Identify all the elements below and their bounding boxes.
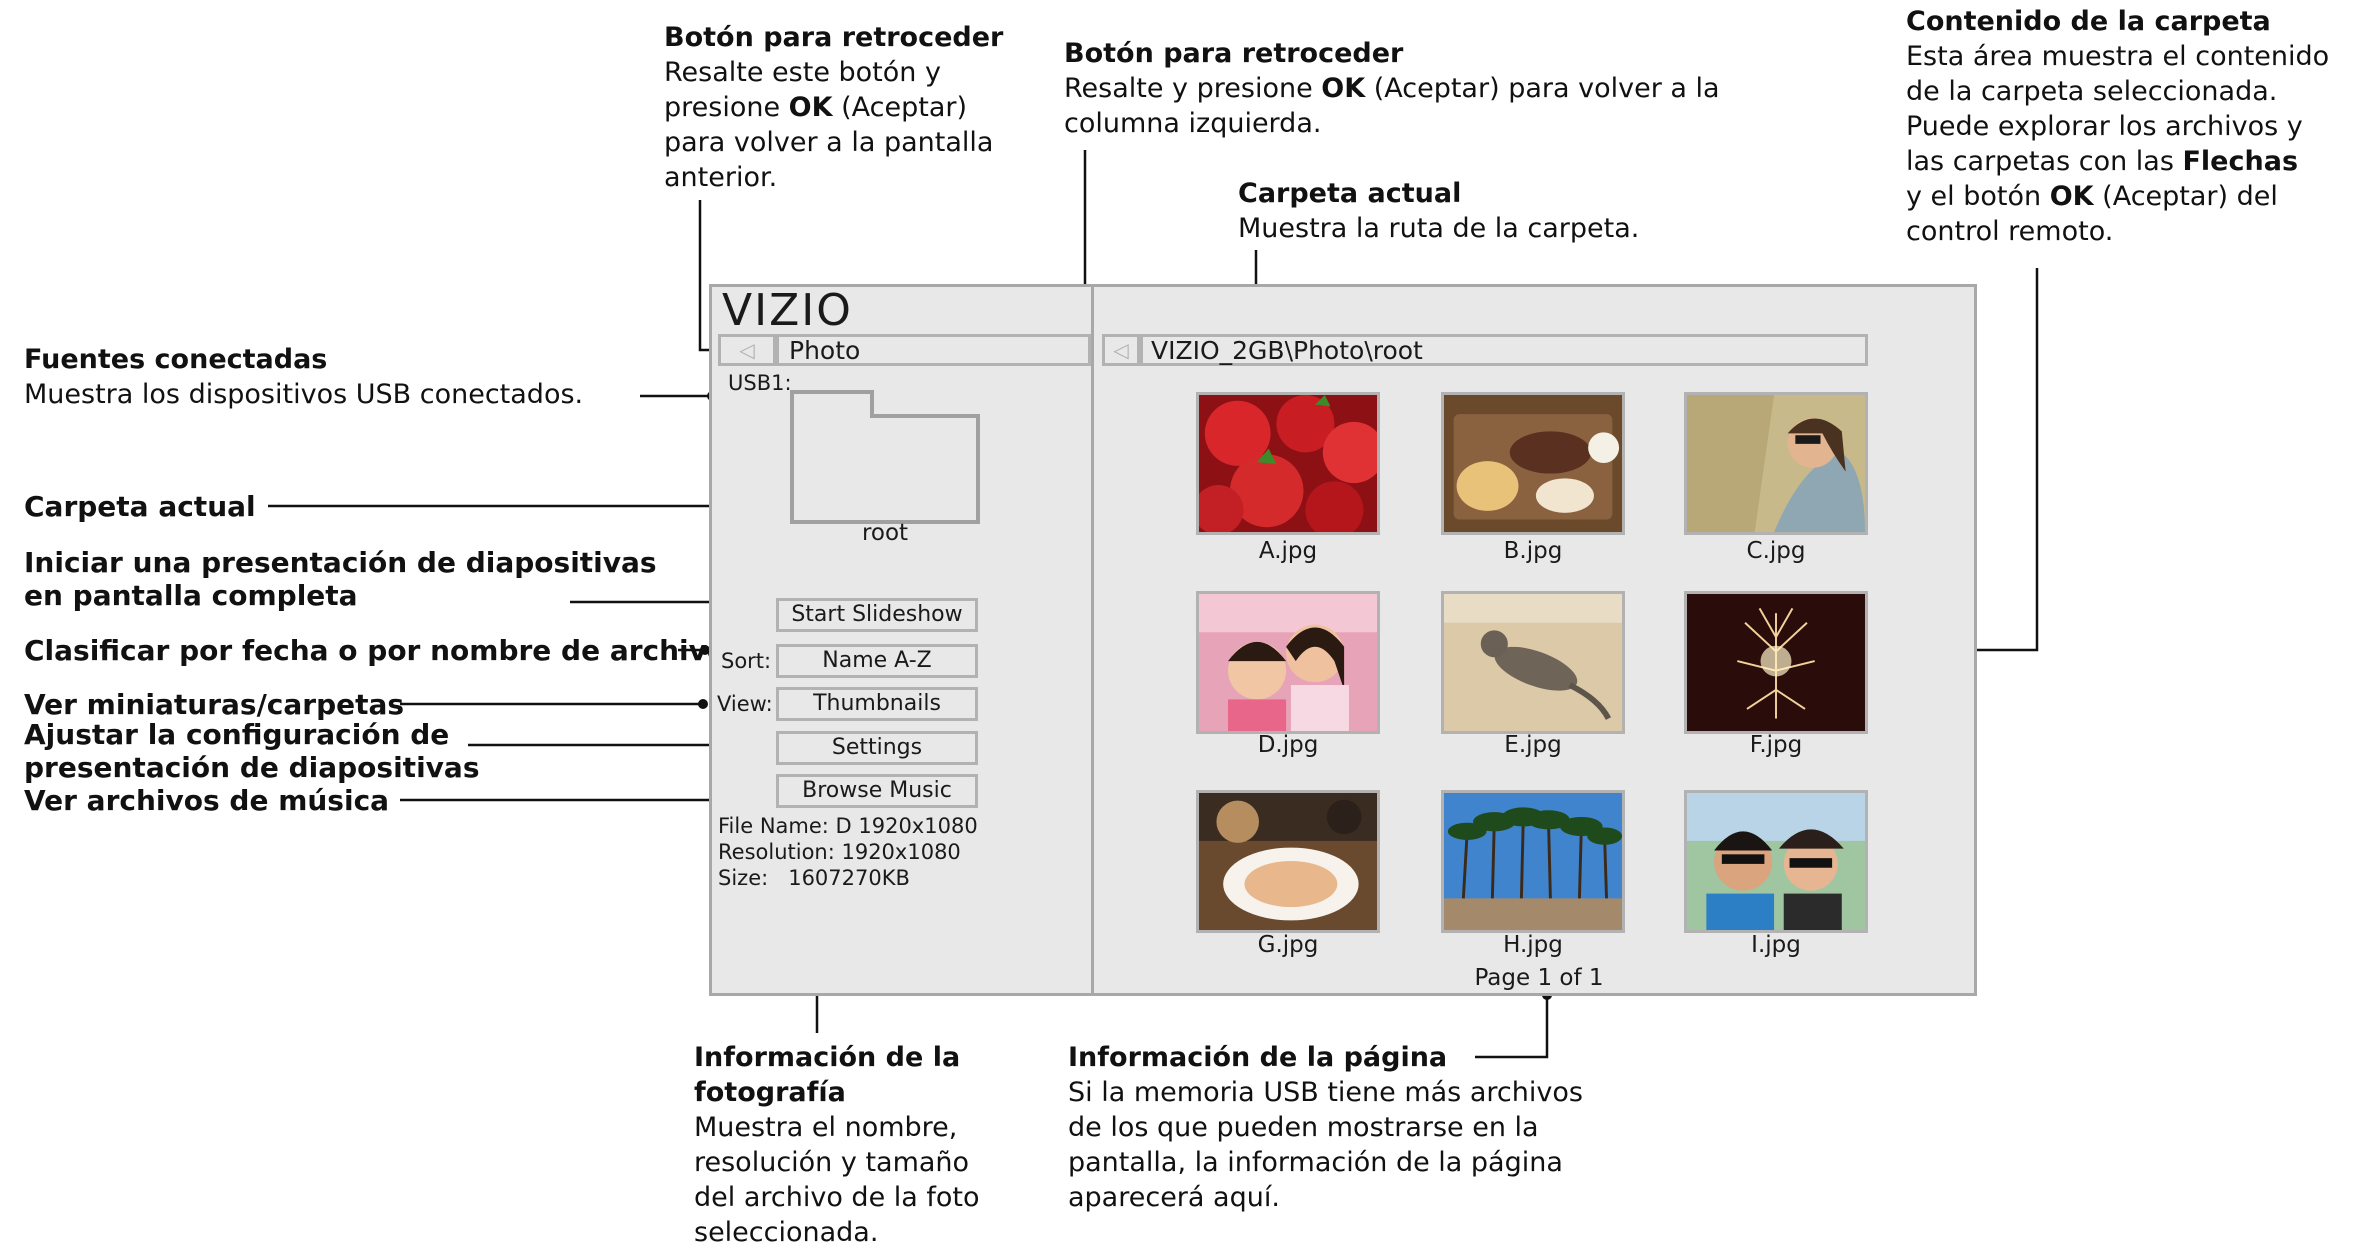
photo-image: [1687, 793, 1865, 930]
callout-dot: [698, 699, 708, 709]
annotation-text: seleccionada.: [694, 1217, 879, 1248]
view-label: View:: [717, 692, 773, 716]
folder-name: root: [861, 520, 909, 546]
thumbnail-caption: F.jpg: [1749, 732, 1803, 758]
photo-image: [1199, 594, 1377, 731]
annotation-text: anterior.: [664, 162, 778, 193]
back-arrow-icon: ◁: [739, 338, 755, 362]
annotation-text: aparecerá aquí.: [1068, 1182, 1280, 1213]
photo-image: [1444, 395, 1622, 532]
thumbnail-caption: G.jpg: [1257, 932, 1319, 958]
annotation-text: Muestra los dispositivos USB conectados.: [24, 379, 584, 410]
browse-music-button[interactable]: Browse Music: [776, 774, 978, 808]
thumbnail-c[interactable]: [1684, 392, 1868, 535]
annotation-connected-sources: Fuentes conectadas Muestra los dispositi…: [24, 342, 583, 412]
resolution-info: Resolution: 1920x1080: [718, 840, 961, 864]
thumbnail-caption: D.jpg: [1257, 732, 1319, 758]
annotation-text: Resalte y presione OK (Aceptar) para vol…: [1064, 73, 1720, 104]
annotation-text: presione OK (Aceptar): [664, 92, 968, 123]
sort-label: Sort:: [721, 649, 772, 673]
breadcrumb-left: Photo: [776, 334, 1091, 366]
thumbnail-g[interactable]: [1196, 790, 1380, 933]
start-slideshow-button[interactable]: Start Slideshow: [776, 598, 978, 632]
photo-image: [1444, 793, 1622, 930]
photo-image: [1444, 594, 1622, 731]
photo-image: [1199, 793, 1377, 930]
view-button[interactable]: Thumbnails: [776, 687, 978, 721]
annotation-text: Si la memoria USB tiene más archivos: [1068, 1077, 1583, 1108]
annotation-current-folder: Carpeta actual: [24, 490, 256, 523]
annotation-text: y el botón OK (Aceptar) del: [1906, 181, 2278, 212]
annotation-text: resolución y tamaño: [694, 1147, 970, 1178]
thumbnail-b[interactable]: [1441, 392, 1625, 535]
path-text: VIZIO_2GB\Photo\root: [1151, 336, 1423, 365]
path-bar: VIZIO_2GB\Photo\root: [1140, 334, 1868, 366]
annotation-photo-info: Información de la fotografía Muestra el …: [694, 1040, 980, 1250]
annotation-text: Puede explorar los archivos y: [1906, 111, 2303, 142]
thumbnail-caption: B.jpg: [1503, 538, 1563, 564]
annotation-text: columna izquierda.: [1064, 108, 1322, 139]
annotation-text: Esta área muestra el contenido: [1906, 41, 2330, 72]
annotation-folder-contents: Contenido de la carpeta Esta área muestr…: [1906, 4, 2329, 249]
annotation-text: las carpetas con las Flechas: [1906, 146, 2299, 177]
annotation-title: Botón para retroceder: [1064, 38, 1404, 69]
annotation-music: Ver archivos de música: [24, 784, 390, 817]
annotation-text: para volver a la pantalla: [664, 127, 994, 158]
annotation-title: Contenido de la carpeta: [1906, 6, 2271, 37]
annotation-text: presentación de diapositivas: [24, 751, 480, 784]
source-label: USB1:: [728, 371, 792, 395]
back-button-right[interactable]: ◁: [1102, 334, 1140, 366]
annotation-text: de los que pueden mostrarse en la: [1068, 1112, 1539, 1143]
photo-image: [1687, 594, 1865, 731]
thumbnail-e[interactable]: [1441, 591, 1625, 734]
thumbnail-caption: A.jpg: [1258, 538, 1318, 564]
thumbnail-caption: E.jpg: [1504, 732, 1562, 758]
annotation-view: Ver miniaturas/carpetas: [24, 688, 405, 721]
annotation-text: Iniciar una presentación de diapositivas: [24, 546, 657, 579]
annotation-text: control remoto.: [1906, 216, 2114, 247]
thumbnail-a[interactable]: [1196, 392, 1380, 535]
annotation-text: del archivo de la foto: [694, 1182, 980, 1213]
file-name-info: File Name: D 1920x1080: [718, 814, 978, 838]
annotation-settings: Ajustar la configuración de presentación…: [24, 718, 479, 784]
annotation-text: de la carpeta seleccionada.: [1906, 76, 2278, 107]
thumbnail-caption: H.jpg: [1503, 932, 1563, 958]
annotation-title: Carpeta actual: [1238, 178, 1462, 209]
annotation-slideshow: Iniciar una presentación de diapositivas…: [24, 546, 657, 612]
thumbnail-f[interactable]: [1684, 591, 1868, 734]
thumbnail-i[interactable]: [1684, 790, 1868, 933]
annotation-back-left: Botón para retroceder Resalte este botón…: [664, 20, 1003, 195]
annotation-text: Muestra la ruta de la carpeta.: [1238, 213, 1640, 244]
sort-button[interactable]: Name A-Z: [776, 644, 978, 678]
annotation-text: Muestra el nombre,: [694, 1112, 958, 1143]
folder-icon[interactable]: [790, 390, 980, 524]
annotation-text: Resalte este botón y: [664, 57, 941, 88]
annotation-title: Información de la página: [1068, 1042, 1448, 1073]
annotation-sort: Clasificar por fecha o por nombre de arc…: [24, 634, 727, 667]
thumbnail-caption: I.jpg: [1751, 932, 1801, 958]
thumbnail-h[interactable]: [1441, 790, 1625, 933]
annotation-title: Fuentes conectadas: [24, 344, 328, 375]
annotation-title: fotografía: [694, 1077, 846, 1108]
photo-image: [1687, 395, 1865, 532]
annotation-text: Ajustar la configuración de: [24, 718, 450, 751]
column-divider: [1091, 284, 1094, 996]
annotation-text: en pantalla completa: [24, 579, 358, 612]
photo-image: [1199, 395, 1377, 532]
settings-button[interactable]: Settings: [776, 731, 978, 765]
annotation-text: pantalla, la información de la página: [1068, 1147, 1563, 1178]
thumbnail-caption: C.jpg: [1746, 538, 1806, 564]
thumbnail-d[interactable]: [1196, 591, 1380, 734]
annotation-page-info: Información de la página Si la memoria U…: [1068, 1040, 1583, 1215]
annotation-back-right: Botón para retroceder Resalte y presione…: [1064, 36, 1720, 141]
page-info: Page 1 of 1: [1474, 965, 1604, 991]
annotation-title: Información de la: [694, 1042, 961, 1073]
back-button-left[interactable]: ◁: [718, 334, 776, 366]
breadcrumb-label: Photo: [789, 336, 861, 365]
annotation-current-folder-path: Carpeta actual Muestra la ruta de la car…: [1238, 176, 1639, 246]
vizio-logo: VIZIO: [722, 285, 853, 336]
size-info: Size: 1607270KB: [718, 866, 910, 890]
annotation-title: Botón para retroceder: [664, 22, 1004, 53]
back-arrow-icon: ◁: [1113, 338, 1129, 362]
